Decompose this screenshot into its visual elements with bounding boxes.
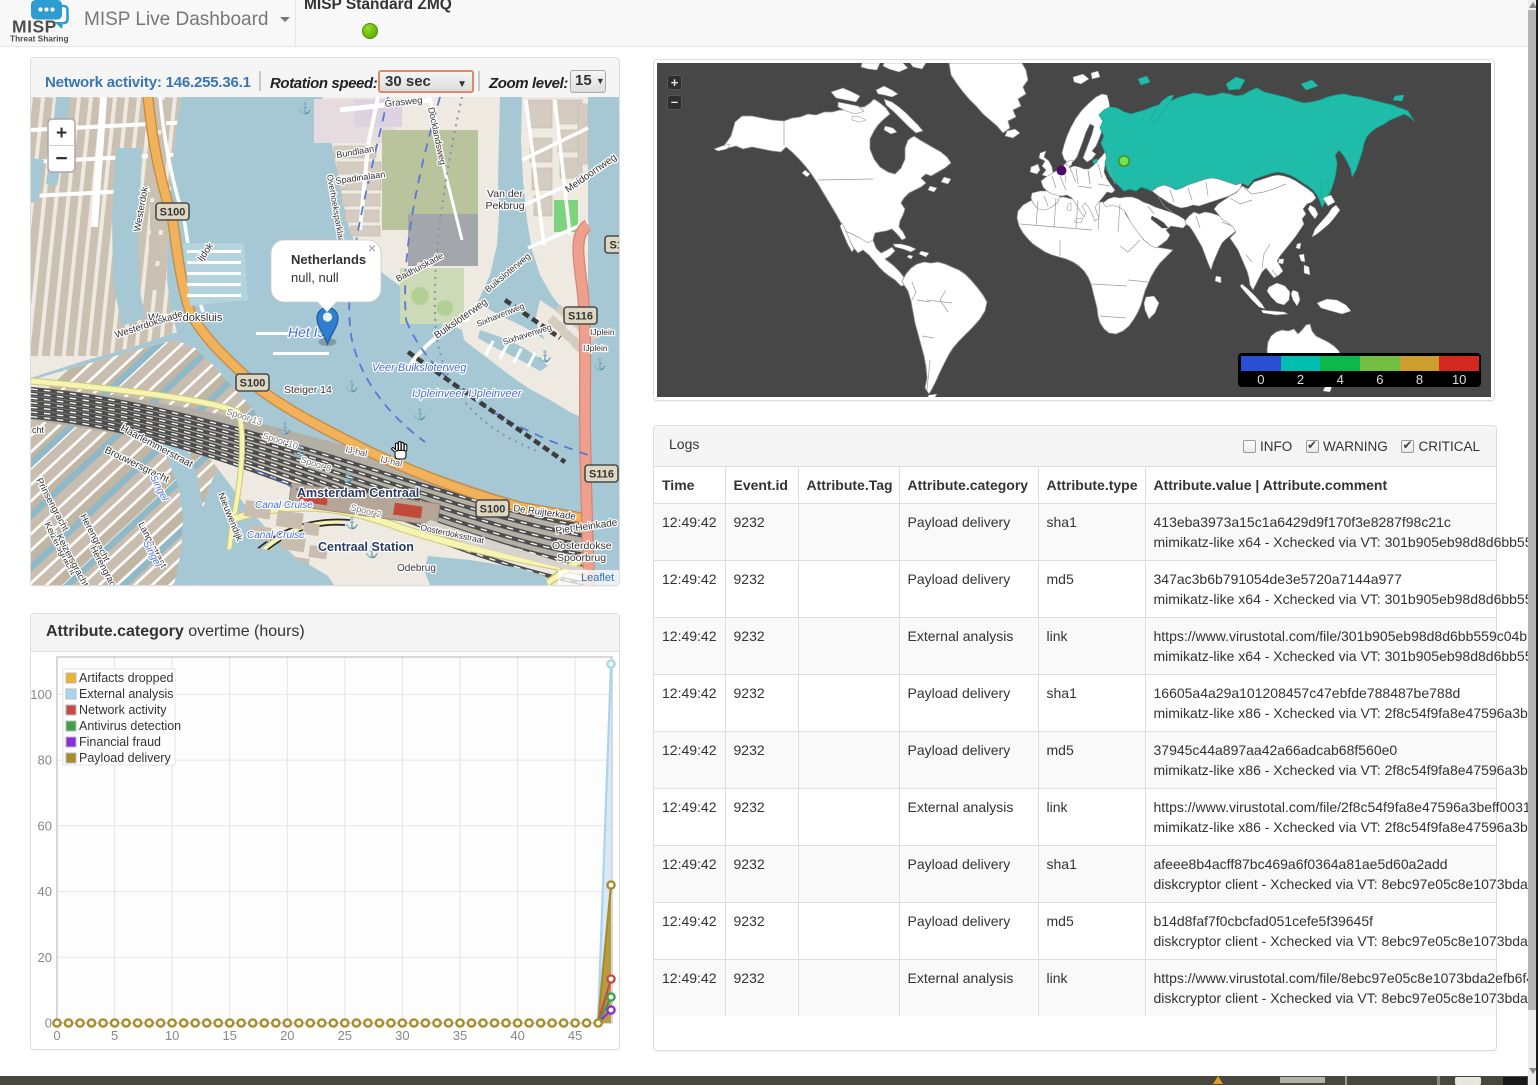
svg-text:Canal Cruise: Canal Cruise [247,530,305,541]
svg-text:Leaflet: Leaflet [581,572,614,584]
svg-text:⚓: ⚓ [593,358,607,371]
svg-text:Van der: Van der [487,188,523,200]
svg-text:⚓: ⚓ [278,422,292,435]
svg-text:Amsterdam Centraal: Amsterdam Centraal [297,486,419,500]
svg-text:S100: S100 [480,504,506,516]
svg-text:IJpleinveer IJpleinveer: IJpleinveer IJpleinveer [412,388,523,400]
svg-text:Steiger 14: Steiger 14 [284,384,332,396]
svg-text:Spoorbrug: Spoorbrug [557,552,606,564]
svg-text:null, null: null, null [291,270,339,285]
svg-text:Veer Buiksloterweg: Veer Buiksloterweg [372,362,467,374]
svg-text:Centraal Station: Centraal Station [318,540,414,554]
svg-text:⚓: ⚓ [345,517,359,530]
svg-text:S100: S100 [240,378,266,390]
svg-text:⚓: ⚓ [341,470,355,483]
svg-text:Oosterdokse: Oosterdokse [552,540,612,552]
svg-text:60: 60 [38,818,52,833]
svg-text:30: 30 [395,1028,409,1043]
svg-text:Odebrug: Odebrug [397,563,436,574]
svg-text:Canal Cruise: Canal Cruise [255,500,313,511]
svg-text:Financial fraud: Financial fraud [79,735,161,749]
svg-text:80: 80 [38,753,52,768]
svg-text:100: 100 [31,687,52,702]
svg-text:Network activity: Network activity [79,703,167,717]
svg-text:35: 35 [453,1028,467,1043]
svg-text:15: 15 [222,1028,236,1043]
svg-text:×: × [368,240,376,256]
svg-text:Artifacts dropped: Artifacts dropped [79,671,174,685]
svg-text:45: 45 [568,1028,582,1043]
svg-text:40: 40 [510,1028,524,1043]
svg-text:S116: S116 [568,311,593,323]
svg-text:⚓: ⚓ [298,102,312,115]
svg-text:External analysis: External analysis [79,687,174,701]
svg-text:40: 40 [38,884,52,899]
svg-text:Threat Sharing: Threat Sharing [10,34,69,44]
svg-text:⚓: ⚓ [345,380,359,393]
svg-text:5: 5 [111,1028,118,1043]
svg-text:+: + [56,123,67,144]
svg-text:⚓: ⚓ [413,408,427,421]
svg-text:S11: S11 [610,240,619,252]
svg-text:0: 0 [53,1028,60,1043]
svg-text:Antivirus detection: Antivirus detection [79,719,181,733]
svg-text:IJplein: IJplein [590,327,615,337]
svg-text:25: 25 [338,1028,352,1043]
svg-text:Netherlands: Netherlands [291,252,366,267]
svg-text:⚓: ⚓ [538,350,552,363]
svg-text:cht: cht [32,425,45,435]
svg-text:IJplein: IJplein [583,343,608,353]
svg-text:0: 0 [45,1016,52,1031]
svg-text:20: 20 [280,1028,294,1043]
svg-text:Pekbrug: Pekbrug [485,200,524,212]
svg-text:S116: S116 [589,469,614,481]
svg-text:20: 20 [38,950,52,965]
svg-text:10: 10 [165,1028,179,1043]
svg-text:Payload delivery: Payload delivery [79,751,171,765]
svg-text:S100: S100 [160,207,186,219]
svg-text:−: − [55,147,67,170]
